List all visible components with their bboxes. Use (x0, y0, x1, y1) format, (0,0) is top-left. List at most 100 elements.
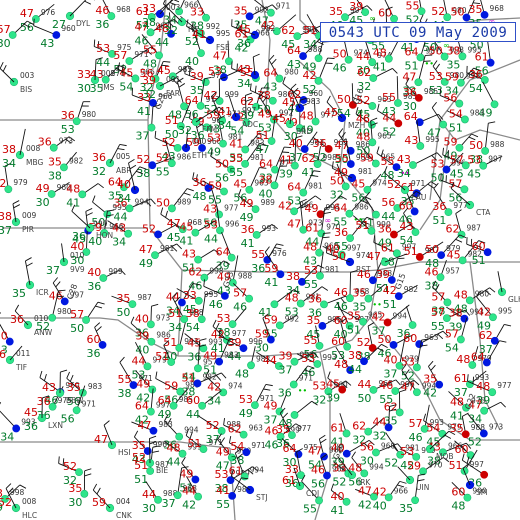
temperature-value: 46 (425, 265, 439, 278)
pressure-value: 994 (369, 462, 384, 471)
pressure-value: 968 (490, 4, 505, 13)
dewpoint-value: 30 (68, 496, 82, 509)
temperature-value: 35 (423, 373, 437, 386)
dewpoint-value: 50 (70, 322, 84, 335)
dewpoint-value: 42 (358, 499, 372, 512)
temperature-value: 52 (0, 496, 12, 509)
dewpoint-value: 36 (72, 230, 86, 243)
temperature-value: 35 (469, 3, 483, 16)
temperature-value: 44 (142, 488, 156, 501)
temperature-value: 40 (117, 178, 131, 191)
dewpoint-value: 45 (467, 168, 481, 181)
dewpoint-value: 54 (186, 321, 200, 334)
station-id: STJ (256, 493, 268, 502)
temperature-value: 57 (409, 417, 423, 430)
temperature-value: 53 (312, 379, 326, 392)
temperature-value: 59 (445, 71, 459, 84)
pressure-value: 971 (251, 441, 266, 450)
wind-barb-feather (150, 198, 156, 205)
temperature-value: 62 (188, 266, 202, 279)
temperature-value: 64 (158, 394, 172, 407)
temperature-value: 49 (136, 378, 150, 391)
temperature-value: 62 (228, 423, 242, 436)
station-id: EAU (411, 193, 426, 202)
temperature-value: 59 (264, 262, 278, 275)
temperature-value: 59 (407, 459, 421, 472)
temperature-value: 48 (454, 288, 468, 301)
dewpoint-value: 51 (449, 121, 463, 134)
pressure-value: 988 (238, 272, 253, 281)
temperature-value: 45 (233, 178, 247, 191)
temperature-value: 43 (203, 203, 217, 216)
dewpoint-value: 32 (373, 429, 387, 442)
dewpoint-value: 36 (251, 262, 265, 275)
station-id: ETH (192, 151, 207, 160)
temperature-value: 50 (0, 330, 8, 343)
temperature-value: 60 (186, 394, 200, 407)
temperature-value: 42 (278, 199, 292, 212)
wind-barb-feather (84, 473, 92, 477)
wind-barb-feather (0, 312, 2, 315)
dewpoint-value: 34 (237, 77, 251, 90)
temperature-value: 44 (182, 485, 196, 498)
temperature-value: 62 (446, 223, 460, 236)
wind-barb-feather (0, 402, 2, 405)
temperature-value: 57 (113, 49, 127, 62)
temperature-value: 49 (36, 182, 50, 195)
temperature-value: 43 (112, 222, 126, 235)
station-id: FAR (166, 89, 180, 98)
temperature-value: 59 (360, 152, 374, 165)
temperature-value: 59 (92, 496, 106, 509)
pressure-value: 986 (354, 203, 369, 212)
station-id: MQB (436, 452, 454, 461)
temperature-value: 60 (334, 314, 348, 327)
pressure-value: 008 (26, 144, 41, 153)
temperature-value: 42 (207, 380, 221, 393)
wind-barb-feather (60, 369, 68, 373)
temperature-value: 43 (397, 153, 411, 166)
wind-barb-feather (92, 195, 96, 203)
pressure-value: 966 (394, 486, 409, 495)
temperature-value: 48 (356, 130, 370, 143)
temperature-value: 60 (331, 335, 345, 348)
temperature-value: 52 (132, 451, 146, 464)
wind-barb-feather (377, 103, 380, 111)
wind-barb-feather (392, 68, 398, 74)
pressure-value: 974 (228, 381, 243, 390)
wind-barb-feather (58, 456, 60, 464)
temperature-value: 62 (352, 420, 366, 433)
temperature-value: 33 (332, 461, 346, 474)
temperature-value: 54 (426, 422, 440, 435)
dewpoint-value: 30 (77, 82, 91, 95)
wind-barb-feather (319, 434, 326, 440)
temperature-value: 55 (143, 43, 157, 56)
temperature-value: 42 (477, 305, 491, 318)
wind-barb-feather (178, 83, 186, 88)
dewpoint-value: 37 (0, 224, 12, 237)
pressure-value: 004 (116, 497, 131, 506)
pressure-value: 995 (216, 29, 231, 38)
dewpoint-value: 39 (279, 168, 293, 181)
station-id: ICR (36, 288, 49, 297)
pressure-value: 981 (358, 167, 373, 176)
temperature-value: 41 (216, 484, 230, 497)
temperature-value: 64 (287, 181, 301, 194)
temperature-value: 57 (431, 306, 445, 319)
pressure-value: 981 (325, 265, 340, 274)
temperature-value: 48 (476, 380, 490, 393)
pressure-value: 989 (177, 197, 192, 206)
station-id: HLC (22, 511, 37, 520)
station-id: DYL (76, 19, 91, 28)
pressure-value: 005 (116, 152, 131, 161)
temperature-value: 47 (20, 7, 34, 20)
wind-barb-feather (223, 418, 225, 426)
temperature-value: 33 (142, 2, 156, 15)
temperature-value: 33 (183, 289, 197, 302)
temperature-value: 61 (282, 474, 296, 487)
temperature-value: 64 (282, 442, 296, 455)
station-id: SPI (476, 488, 488, 497)
dewpoint-value: 54 (119, 80, 133, 93)
pressure-value: 981 (308, 182, 323, 191)
present-weather-symbol: •• (298, 386, 307, 395)
wind-barb-feather (155, 371, 158, 379)
